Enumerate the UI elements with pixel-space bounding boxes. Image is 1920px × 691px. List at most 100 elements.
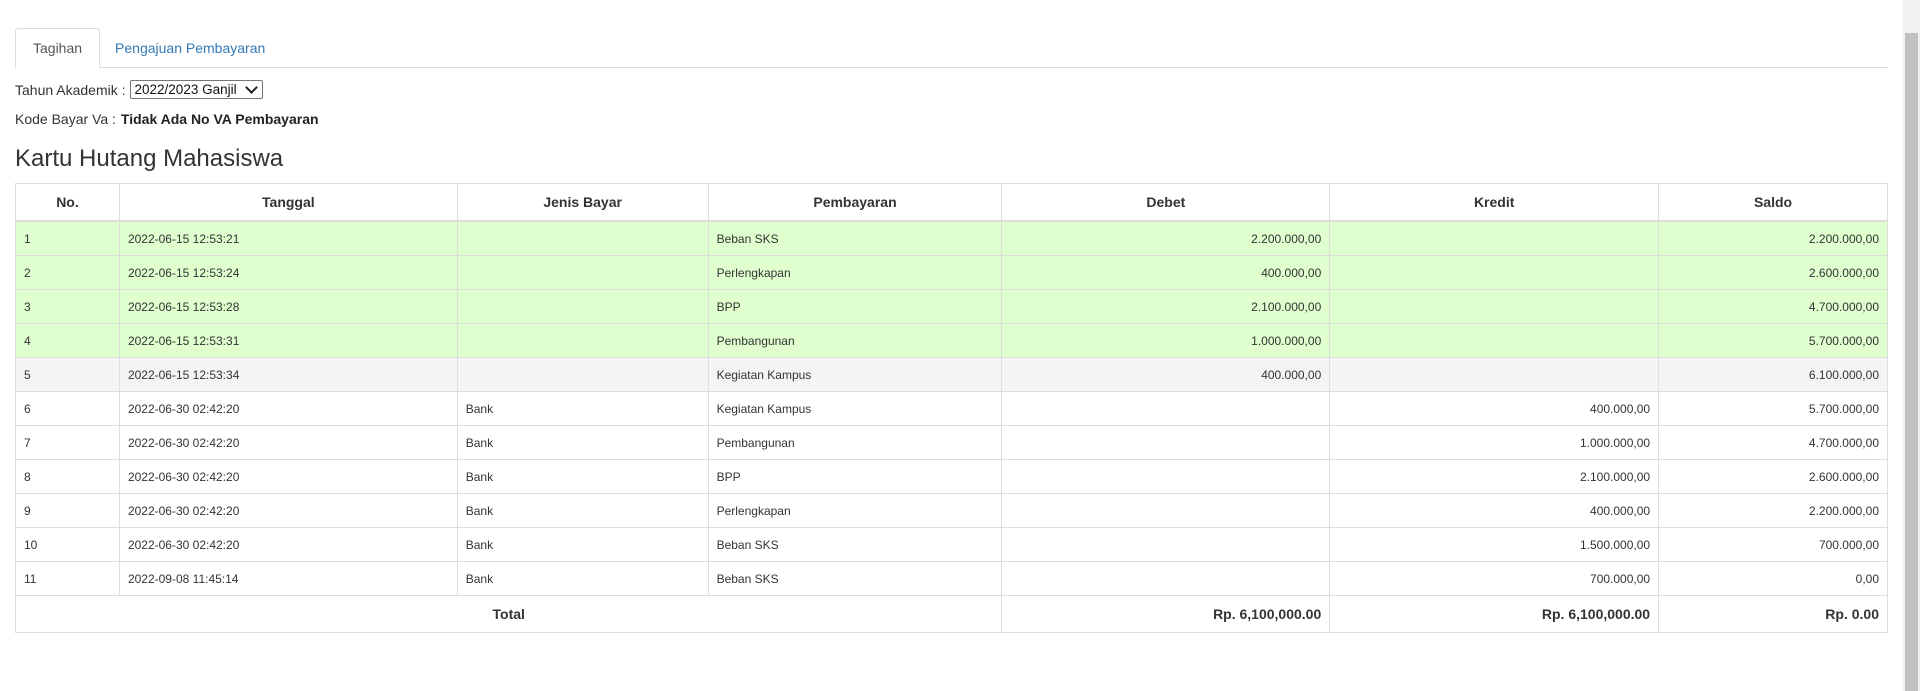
cell-pembayaran: Perlengkapan <box>707 493 1003 528</box>
cell-saldo: 4.700.000,00 <box>1658 425 1888 460</box>
main-content: Tagihan Pengajuan Pembayaran Tahun Akade… <box>14 28 1888 633</box>
cell-saldo: 2.600.000,00 <box>1658 255 1888 290</box>
table-body: 1 2022-06-15 12:53:21 Beban SKS 2.200.000,0… <box>15 220 1888 596</box>
cell-kredit: 1.000.000,00 <box>1329 425 1660 460</box>
cell-saldo: 5.700.000,00 <box>1658 323 1888 358</box>
cell-debet: 400.000,00 <box>1001 255 1331 290</box>
cell-no: 5 <box>15 357 120 392</box>
cell-saldo: 700.000,00 <box>1658 527 1888 562</box>
cell-saldo: 2.600.000,00 <box>1658 459 1888 494</box>
cell-kredit <box>1329 357 1660 392</box>
table-row: 5 2022-06-15 12:53:34 Kegiatan Kampus 400.0… <box>15 357 1888 392</box>
cell-pembayaran: BPP <box>707 459 1003 494</box>
table-row: 7 2022-06-30 02:42:20 Bank Pembangunan 1.000… <box>15 425 1888 460</box>
total-saldo: Rp. 0.00 <box>1658 595 1888 633</box>
cell-saldo: 5.700.000,00 <box>1658 391 1888 426</box>
cell-tanggal: 2022-06-30 02:42:20 <box>118 425 458 460</box>
academic-year-value: 2022/2023 Ganjil <box>134 82 237 97</box>
cell-saldo: 2.200.000,00 <box>1658 220 1888 256</box>
cell-debet: 400.000,00 <box>1001 357 1331 392</box>
cell-pembayaran: Kegiatan Kampus <box>707 391 1003 426</box>
cell-pembayaran: Pembangunan <box>707 323 1003 358</box>
cell-kredit <box>1329 289 1660 324</box>
header-kredit: Kredit <box>1329 183 1660 222</box>
cell-kredit: 700.000,00 <box>1329 561 1660 596</box>
header-debet: Debet <box>1001 183 1331 222</box>
table-row: 9 2022-06-30 02:42:20 Bank Perlengkapan 400.… <box>15 493 1888 528</box>
cell-tanggal: 2022-06-30 02:42:20 <box>118 527 458 562</box>
cell-pembayaran: Perlengkapan <box>707 255 1003 290</box>
academic-year-label: Tahun Akademik : <box>15 81 126 98</box>
cell-saldo: 6.100.000,00 <box>1658 357 1888 392</box>
cell-kredit <box>1329 255 1660 290</box>
cell-no: 4 <box>15 323 120 358</box>
cell-tanggal: 2022-06-15 12:53:31 <box>118 323 458 358</box>
cell-no: 7 <box>15 425 120 460</box>
table-row: 10 2022-06-30 02:42:20 Bank Beban SKS 1.500.… <box>15 527 1888 562</box>
header-pembayaran: Pembayaran <box>707 183 1003 222</box>
table-row: 3 2022-06-15 12:53:28 BPP 2.100.000,00 4.700… <box>15 289 1888 324</box>
academic-year-select[interactable]: 2022/2023 Ganjil <box>129 80 263 99</box>
cell-kredit <box>1329 323 1660 358</box>
cell-tanggal: 2022-06-30 02:42:20 <box>118 493 458 528</box>
table-row: 6 2022-06-30 02:42:20 Bank Kegiatan Kampus 4… <box>15 391 1888 426</box>
cell-debet: 2.200.000,00 <box>1001 220 1331 256</box>
table-row: 11 2022-09-08 11:45:14 Bank Beban SKS 700.00… <box>15 561 1888 596</box>
cell-saldo: 0,00 <box>1658 561 1888 596</box>
cell-tanggal: 2022-06-30 02:42:20 <box>118 391 458 426</box>
cell-kredit: 400.000,00 <box>1329 391 1660 426</box>
cell-jenis-bayar: Bank <box>456 561 709 596</box>
table-row: 4 2022-06-15 12:53:31 Pembangunan 1.000.000… <box>15 323 1888 358</box>
cell-pembayaran: Beban SKS <box>707 561 1003 596</box>
header-saldo: Saldo <box>1658 183 1888 222</box>
cell-debet: 1.000.000,00 <box>1001 323 1331 358</box>
kode-bayar-value: Tidak Ada No VA Pembayaran <box>120 111 319 127</box>
cell-pembayaran: Beban SKS <box>707 527 1003 562</box>
tab-tagihan[interactable]: Tagihan <box>15 28 101 68</box>
kode-bayar-row: Kode Bayar Va : Tidak Ada No VA Pembayar… <box>15 109 1888 129</box>
header-no: No. <box>15 183 120 222</box>
cell-no: 11 <box>15 561 120 596</box>
header-tanggal: Tanggal <box>118 183 458 222</box>
table-row: 2 2022-06-15 12:53:24 Perlengkapan 400.000,… <box>15 255 1888 290</box>
cell-jenis-bayar <box>456 220 709 256</box>
scrollbar-thumb[interactable] <box>1905 33 1918 691</box>
total-debet: Rp. 6,100,000.00 <box>1001 595 1331 633</box>
cell-tanggal: 2022-06-15 12:53:28 <box>118 289 458 324</box>
cell-tanggal: 2022-06-15 12:53:34 <box>118 357 458 392</box>
cell-jenis-bayar <box>456 323 709 358</box>
chevron-down-icon <box>244 81 258 94</box>
vertical-scrollbar[interactable] <box>1903 0 1920 691</box>
table-row: 8 2022-06-30 02:42:20 Bank BPP 2.100.000,00 2… <box>15 459 1888 494</box>
cell-debet <box>1001 425 1331 460</box>
cell-debet <box>1001 493 1331 528</box>
cell-no: 2 <box>15 255 120 290</box>
cell-kredit <box>1329 220 1660 256</box>
cell-jenis-bayar <box>456 289 709 324</box>
cell-pembayaran: Kegiatan Kampus <box>707 357 1003 392</box>
page: Tagihan Pengajuan Pembayaran Tahun Akade… <box>0 0 1920 691</box>
cell-saldo: 4.700.000,00 <box>1658 289 1888 324</box>
cell-jenis-bayar: Bank <box>456 527 709 562</box>
cell-jenis-bayar <box>456 357 709 392</box>
cell-tanggal: 2022-06-15 12:53:21 <box>118 220 458 256</box>
cell-no: 1 <box>15 220 120 256</box>
cell-tanggal: 2022-06-30 02:42:20 <box>118 459 458 494</box>
tab-bar: Tagihan Pengajuan Pembayaran <box>15 28 1888 68</box>
cell-no: 8 <box>15 459 120 494</box>
section-title: Kartu Hutang Mahasiswa <box>15 145 284 172</box>
cell-no: 6 <box>15 391 120 426</box>
cell-jenis-bayar: Bank <box>456 391 709 426</box>
kode-bayar-label: Kode Bayar Va : <box>15 111 116 127</box>
header-jenis-bayar: Jenis Bayar <box>456 183 709 222</box>
cell-pembayaran: Pembangunan <box>707 425 1003 460</box>
cell-tanggal: 2022-09-08 11:45:14 <box>118 561 458 596</box>
table-row: 1 2022-06-15 12:53:21 Beban SKS 2.200.000,0… <box>15 220 1888 256</box>
total-row: Total Rp. 6,100,000.00 Rp. 6,100,000.00 … <box>14 595 1888 633</box>
cell-debet <box>1001 391 1331 426</box>
cell-kredit: 400.000,00 <box>1329 493 1660 528</box>
cell-jenis-bayar <box>456 255 709 290</box>
tab-pengajuan-pembayaran[interactable]: Pengajuan Pembayaran <box>100 28 280 68</box>
cell-tanggal: 2022-06-15 12:53:24 <box>118 255 458 290</box>
total-kredit: Rp. 6,100,000.00 <box>1329 595 1660 633</box>
